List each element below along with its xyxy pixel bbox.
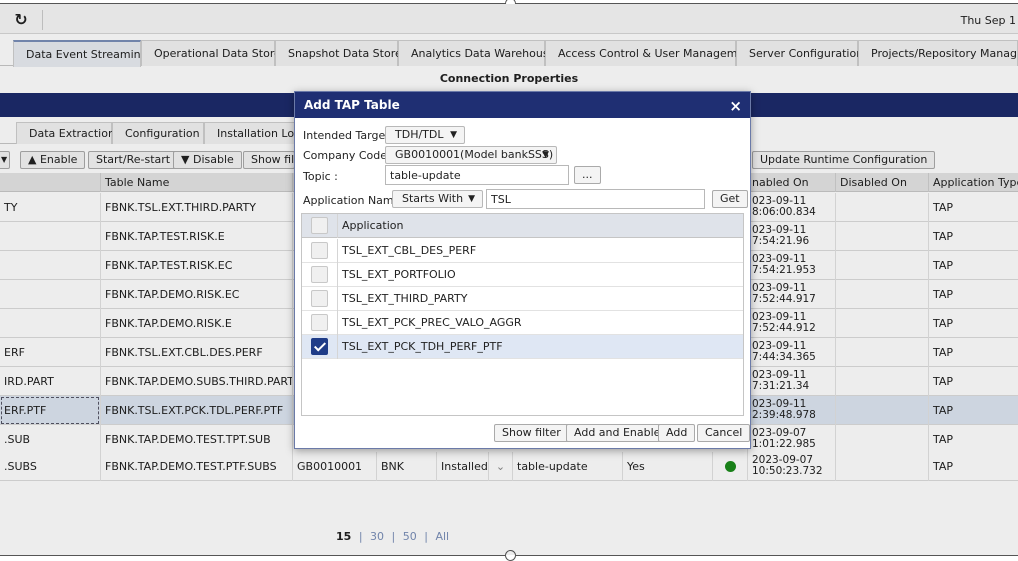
- add-and-enable-button[interactable]: Add and Enable: [566, 424, 669, 442]
- topic-browse-button[interactable]: ...: [574, 166, 601, 184]
- match-mode-select[interactable]: Starts With ▼: [392, 190, 483, 208]
- application-list: Application TSL_EXT_CBL_DES_PERF TSL_EXT_…: [301, 213, 744, 416]
- match-mode-value: Starts With: [402, 192, 464, 205]
- checkbox[interactable]: [311, 314, 328, 331]
- topic-label: Topic :: [303, 170, 338, 183]
- application-name: TSL_EXT_CBL_DES_PERF: [342, 244, 477, 257]
- dialog-title: Add TAP Table: [304, 98, 400, 112]
- checkbox-checked[interactable]: [311, 338, 328, 355]
- application-name: TSL_EXT_PORTFOLIO: [342, 268, 456, 281]
- add-tap-table-dialog: Add TAP Table × Intended Target : TDH/TD…: [294, 91, 751, 449]
- show-filter-button[interactable]: Show filter: [494, 424, 569, 442]
- checkbox[interactable]: [311, 242, 328, 259]
- get-button[interactable]: Get: [712, 190, 748, 208]
- close-icon[interactable]: ×: [729, 93, 742, 119]
- checkbox[interactable]: [311, 266, 328, 283]
- cancel-button[interactable]: Cancel: [697, 424, 751, 442]
- application-name: TSL_EXT_PCK_PREC_VALO_AGGR: [342, 316, 522, 329]
- list-item[interactable]: TSL_EXT_CBL_DES_PERF: [302, 239, 743, 263]
- add-button[interactable]: Add: [658, 424, 696, 442]
- intended-target-value: TDH/TDL: [395, 128, 444, 141]
- topic-input[interactable]: [385, 165, 569, 185]
- company-code-select[interactable]: GB0010001(Model bankSSS) ▼: [385, 146, 557, 164]
- list-item[interactable]: TSL_EXT_PCK_PREC_VALO_AGGR: [302, 311, 743, 335]
- checkbox[interactable]: [311, 290, 328, 307]
- dialog-header: Add TAP Table ×: [295, 92, 750, 118]
- list-item[interactable]: TSL_EXT_PCK_TDH_PERF_PTF: [302, 335, 743, 359]
- application-column-header: Application: [342, 219, 404, 232]
- intended-target-label: Intended Target :: [303, 129, 397, 142]
- list-item[interactable]: TSL_EXT_THIRD_PARTY: [302, 287, 743, 311]
- caret-down-icon: ▼: [542, 150, 549, 160]
- caret-down-icon: ▼: [450, 130, 457, 140]
- application-name: TSL_EXT_PCK_TDH_PERF_PTF: [342, 340, 503, 353]
- application-name: TSL_EXT_THIRD_PARTY: [342, 292, 468, 305]
- company-code-value: GB0010001(Model bankSSS): [395, 148, 554, 161]
- application-name-input[interactable]: [486, 189, 705, 209]
- application-list-header: Application: [302, 214, 743, 238]
- company-code-label: Company Code :: [303, 149, 395, 162]
- intended-target-select[interactable]: TDH/TDL ▼: [385, 126, 465, 144]
- caret-down-icon: ▼: [468, 194, 475, 204]
- select-all-checkbox[interactable]: [311, 217, 328, 234]
- list-item[interactable]: TSL_EXT_PORTFOLIO: [302, 263, 743, 287]
